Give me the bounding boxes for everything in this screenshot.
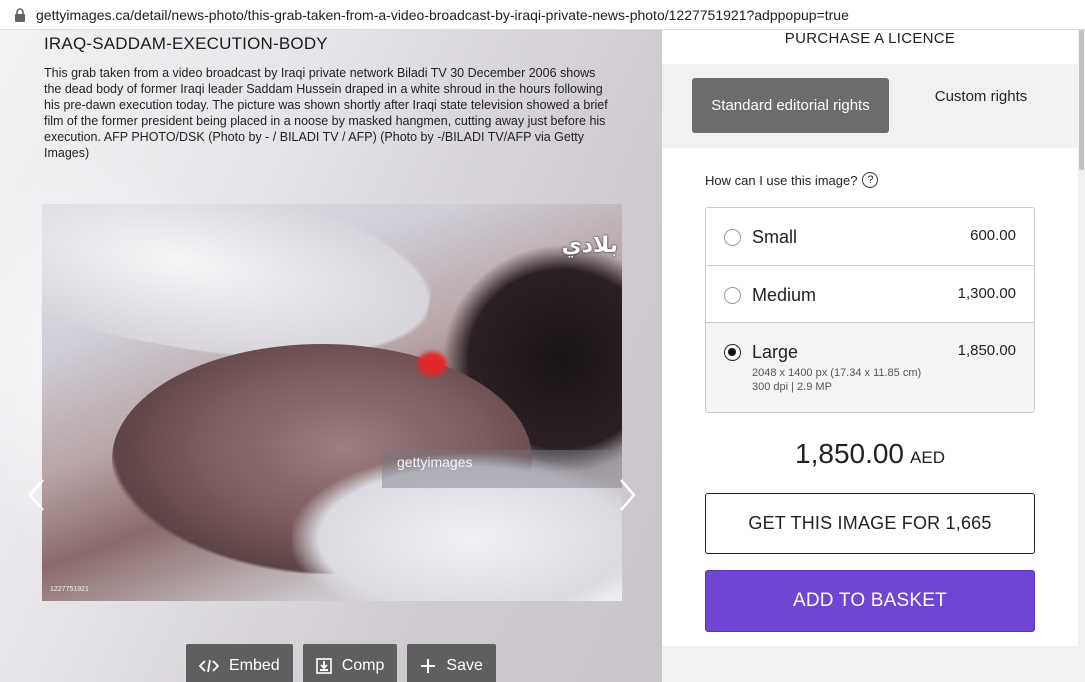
embed-button[interactable]: Embed <box>186 644 293 682</box>
image-id: 1227751921 <box>50 586 89 593</box>
size-detail-large: 2048 x 1400 px (17.34 x 11.85 cm) 300 dp… <box>752 366 921 394</box>
lock-icon <box>14 7 26 22</box>
size-dimensions: 2048 x 1400 px (17.34 x 11.85 cm) <box>752 367 922 379</box>
size-option-medium[interactable]: Medium 1,300.00 <box>706 265 1034 322</box>
purchase-heading: PURCHASE A LICENCE <box>784 30 956 47</box>
size-label-small: Small <box>752 227 798 247</box>
url-text[interactable]: gettyimages.ca/detail/news-photo/this-gr… <box>36 7 849 23</box>
code-icon <box>199 659 219 673</box>
comp-button[interactable]: Comp <box>302 644 398 682</box>
scrollbar-thumb[interactable] <box>1079 30 1084 170</box>
size-option-small[interactable]: Small 600.00 <box>706 208 1034 265</box>
tab-standard-editorial-rights[interactable]: Standard editorial rights <box>692 78 889 133</box>
next-image-arrow[interactable] <box>616 475 640 515</box>
comp-label: Comp <box>341 657 385 674</box>
size-label-large: Large <box>752 342 799 362</box>
plus-icon <box>421 659 436 673</box>
previous-image-arrow[interactable] <box>24 475 48 515</box>
size-resolution: 300 dpi | 2.9 MP <box>752 381 832 393</box>
channel-logo: بلادي <box>561 232 618 257</box>
main-photo[interactable]: gettyimages بلادي 1227751921 <box>42 204 622 601</box>
currency: AED <box>910 448 945 467</box>
image-detail-area: IRAQ-SADDAM-EXECUTION-BODY This grab tak… <box>0 30 662 682</box>
rights-tabs: Standard editorial rights Custom rights <box>662 64 1078 148</box>
download-icon <box>315 658 332 674</box>
size-price-small: 600.00 <box>970 227 1016 244</box>
scrollbar[interactable] <box>1078 30 1085 682</box>
radio-small[interactable] <box>724 229 741 246</box>
tab-standard-label: Standard editorial rights <box>711 96 870 114</box>
image-title: IRAQ-SADDAM-EXECUTION-BODY <box>44 34 328 53</box>
image-tools: Embed Comp Save <box>186 644 496 682</box>
image-caption: This grab taken from a video broadcast b… <box>44 66 608 160</box>
usage-question-text: How can I use this image? <box>705 172 858 188</box>
chevron-right-icon <box>620 479 636 511</box>
radio-large[interactable] <box>724 344 741 361</box>
save-button[interactable]: Save <box>407 644 496 682</box>
get-this-image-button[interactable]: GET THIS IMAGE FOR 1,665 <box>705 493 1035 554</box>
embed-label: Embed <box>229 657 280 674</box>
chevron-left-icon <box>28 479 44 511</box>
usage-question: How can I use this image? ? <box>705 172 879 188</box>
radio-medium[interactable] <box>724 287 741 304</box>
watermark: gettyimages <box>397 454 473 470</box>
panel-footer <box>662 646 1078 682</box>
help-icon[interactable]: ? <box>862 172 879 188</box>
add-to-basket-button[interactable]: ADD TO BASKET <box>705 570 1035 632</box>
size-price-medium: 1,300.00 <box>957 285 1016 302</box>
total-amount: 1,850.00 <box>795 438 905 469</box>
size-label-medium: Medium <box>752 285 817 305</box>
size-options: Small 600.00 Medium 1,300.00 Large 1,850… <box>705 207 1035 413</box>
address-bar[interactable]: gettyimages.ca/detail/news-photo/this-gr… <box>0 0 1085 30</box>
tab-custom-rights[interactable]: Custom rights <box>926 88 1036 106</box>
save-label: Save <box>446 657 483 674</box>
size-option-large[interactable]: Large 1,850.00 2048 x 1400 px (17.34 x 1… <box>706 322 1034 412</box>
size-price-large: 1,850.00 <box>957 342 1016 359</box>
licence-panel: PURCHASE A LICENCE Standard editorial ri… <box>662 30 1085 682</box>
total-price: 1,850.00 AED <box>662 438 1078 470</box>
